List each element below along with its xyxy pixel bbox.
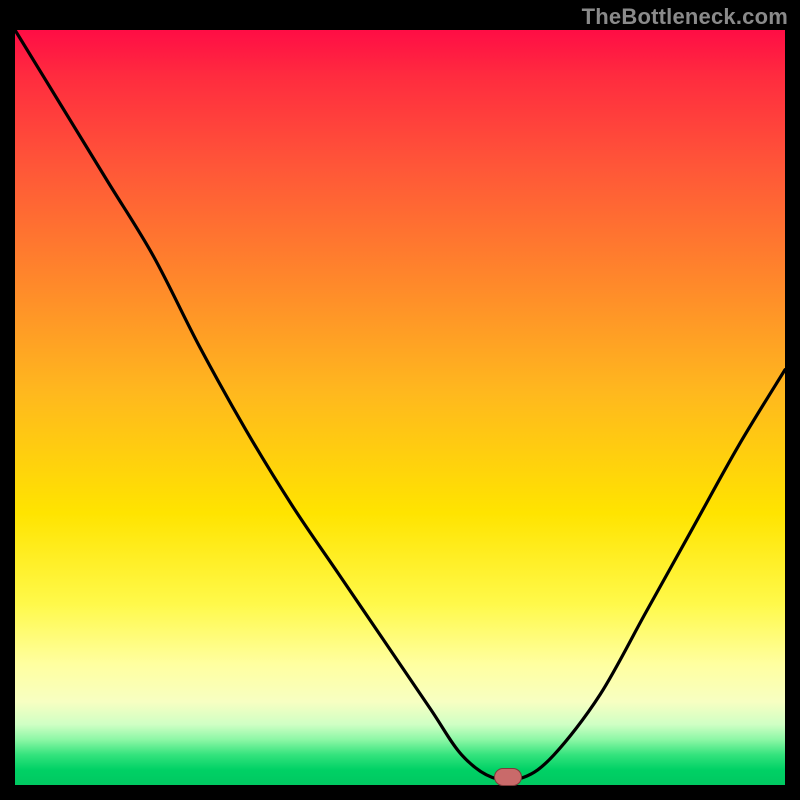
plot-area	[15, 30, 785, 785]
chart-stage: TheBottleneck.com	[0, 0, 800, 800]
watermark-text: TheBottleneck.com	[582, 4, 788, 30]
bottleneck-curve	[15, 30, 785, 785]
optimal-point-marker	[494, 768, 522, 786]
